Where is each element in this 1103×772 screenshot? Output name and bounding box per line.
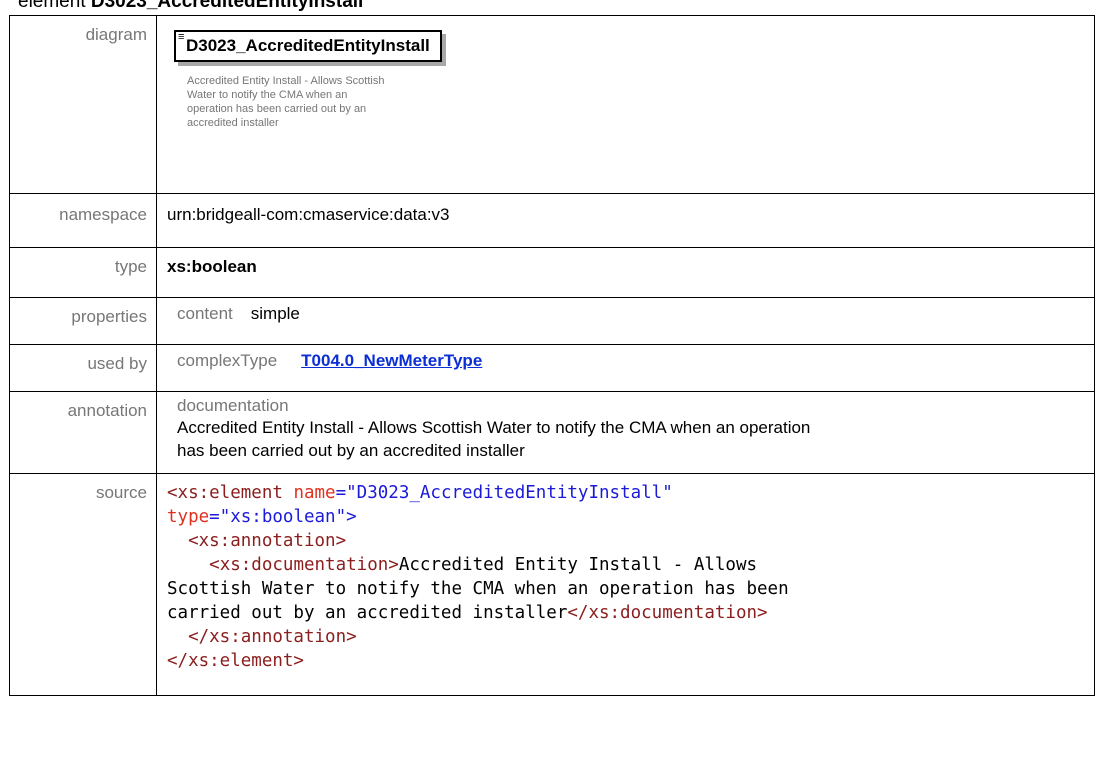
source-cell: <xs:element name="D3023_AccreditedEntity… [156, 473, 1095, 696]
element-glyph-icon: ≡ [178, 31, 185, 43]
src-token: = [335, 483, 347, 503]
src-token: "D3023_AccreditedEntityInstall" [346, 483, 673, 503]
property-value: simple [250, 304, 300, 323]
used-by-link[interactable]: T004.0_NewMeterType [301, 351, 482, 370]
annotation-line: Accredited Entity Install - Allows Scott… [177, 418, 811, 437]
src-token: > [346, 507, 357, 527]
row-annotation: annotation documentation Accredited Enti… [9, 391, 1095, 474]
label-source: source [9, 473, 157, 696]
src-token: <xs:element [167, 483, 294, 503]
diagram-element-title: D3023_AccreditedEntityInstall [186, 36, 430, 55]
src-token: Scottish Water to notify the CMA when an… [167, 579, 789, 599]
diagram-documentation: Accredited Entity Install - Allows Scott… [187, 74, 467, 130]
label-annotation: annotation [9, 391, 157, 474]
label-properties: properties [9, 297, 157, 345]
src-token: <xs:documentation> [209, 555, 399, 575]
annotation-line: has been carried out by an accredited in… [177, 441, 525, 460]
src-token: </xs:element> [167, 651, 304, 671]
namespace-value: urn:bridgeall-com:cmaservice:data:v3 [156, 193, 1095, 248]
row-properties: properties content simple [9, 297, 1095, 345]
src-token: "xs:boolean" [219, 507, 347, 527]
row-source: source <xs:element name="D3023_Accredite… [9, 473, 1095, 696]
element-doc-table: diagram ≡ D3023_AccreditedEntityInstall … [9, 15, 1095, 696]
label-used-by: used by [9, 344, 157, 392]
heading-element-name: D3023_AccreditedEntityInstall [90, 0, 364, 12]
source-code: <xs:element name="D3023_AccreditedEntity… [167, 481, 1084, 673]
heading-prefix: element [18, 0, 91, 12]
src-token: Accredited Entity Install - Allows [398, 555, 758, 575]
diagram-doc-line: Accredited Entity Install - Allows Scott… [187, 75, 385, 87]
page-heading: element D3023_AccreditedEntityInstall [18, 0, 363, 13]
row-type: type xs:boolean [9, 247, 1095, 298]
label-namespace: namespace [9, 193, 157, 248]
diagram-doc-line: Water to notify the CMA when an [187, 89, 348, 101]
diagram-doc-line: operation has been carried out by an [187, 103, 367, 115]
properties-cell: content simple [156, 297, 1095, 345]
type-value: xs:boolean [156, 247, 1095, 298]
src-token: type [167, 507, 210, 527]
src-token: <xs:annotation> [188, 531, 347, 551]
src-token: = [209, 507, 220, 527]
row-namespace: namespace urn:bridgeall-com:cmaservice:d… [9, 193, 1095, 248]
label-diagram: diagram [9, 15, 157, 194]
annotation-cell: documentation Accredited Entity Install … [156, 391, 1095, 474]
row-diagram: diagram ≡ D3023_AccreditedEntityInstall … [9, 15, 1095, 194]
src-token: name [293, 483, 336, 503]
diagram-doc-line: accredited installer [187, 117, 279, 129]
diagram-cell: ≡ D3023_AccreditedEntityInstall Accredit… [156, 15, 1095, 194]
used-by-cell: complexType T004.0_NewMeterType [156, 344, 1095, 392]
label-type: type [9, 247, 157, 298]
src-token: </xs:annotation> [188, 627, 357, 647]
src-token: carried out by an accredited installer [167, 603, 568, 623]
property-key: content [177, 304, 233, 323]
used-by-kind: complexType [177, 351, 278, 370]
row-used-by: used by complexType T004.0_NewMeterType [9, 344, 1095, 392]
src-token: </xs:documentation> [567, 603, 768, 623]
annotation-key: documentation [177, 396, 289, 415]
diagram-element-box[interactable]: ≡ D3023_AccreditedEntityInstall [174, 30, 442, 62]
